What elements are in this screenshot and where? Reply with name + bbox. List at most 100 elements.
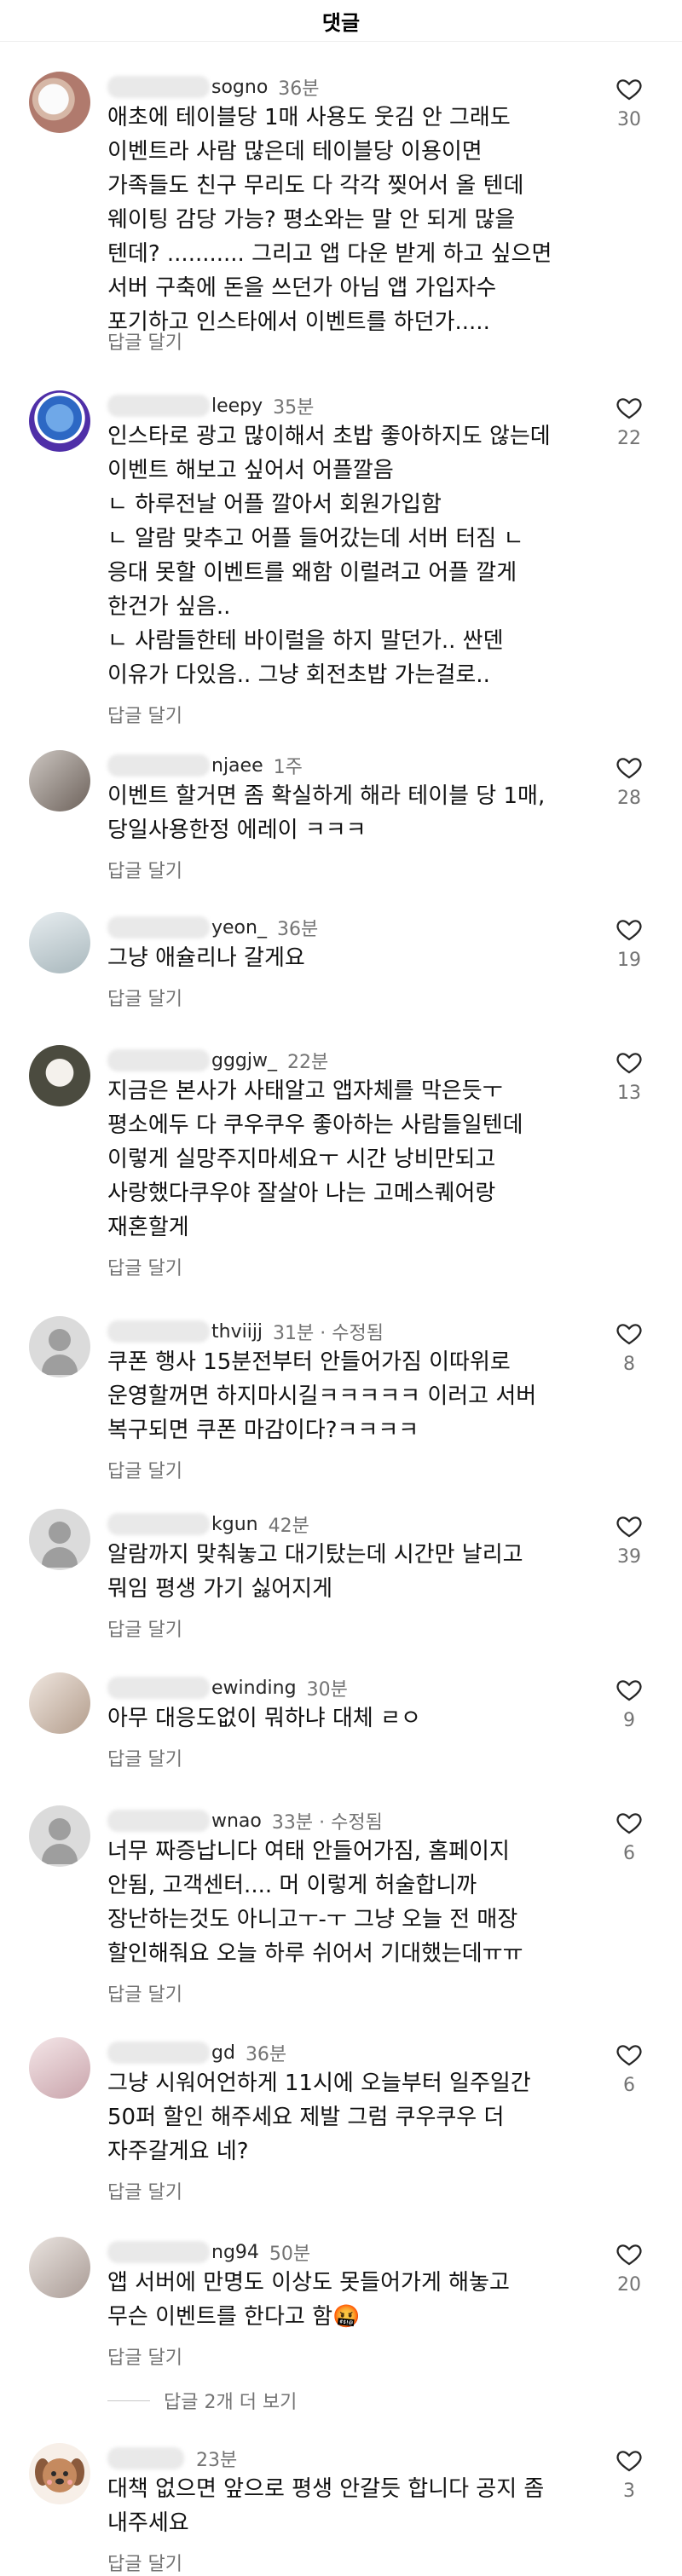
blurred-username: [107, 2042, 210, 2064]
comment-text: 너무 짜증납니다 여태 안들어가짐, 홈페이지 안됨, 고객센터.... 머 이…: [107, 1839, 523, 1967]
comment-username[interactable]: thviijj: [211, 1321, 263, 1343]
avatar[interactable]: [29, 2237, 90, 2298]
reply-button[interactable]: 답글 달기: [107, 1744, 182, 1771]
comment-meta: ng94 50분: [107, 2238, 310, 2266]
like-button[interactable]: 13: [610, 1048, 648, 1104]
avatar[interactable]: [29, 2037, 90, 2099]
header-title: 댓글: [0, 0, 682, 42]
divider-line: [107, 2400, 150, 2401]
avatar[interactable]: [29, 2443, 90, 2504]
comment-username[interactable]: ewinding: [211, 1678, 297, 1699]
heart-icon[interactable]: [616, 754, 643, 781]
comment-time: 33분 · 수정됨: [271, 1812, 383, 1834]
comment-text: 앱 서버에 만명도 이상도 못들어가게 해놓고 무슨 이벤트를 한다고 함🤬: [107, 2270, 510, 2330]
reply-button[interactable]: 답글 달기: [107, 1614, 182, 1642]
avatar[interactable]: [29, 1509, 90, 1570]
avatar[interactable]: [29, 1316, 90, 1378]
blurred-username: [107, 1049, 210, 1071]
heart-icon[interactable]: [616, 1320, 643, 1347]
like-count: 3: [623, 2481, 635, 2502]
avatar[interactable]: [29, 912, 90, 973]
avatar[interactable]: [29, 750, 90, 811]
like-button[interactable]: 28: [610, 754, 648, 809]
comment-username[interactable]: gggjw_: [211, 1050, 277, 1071]
blurred-username: [107, 2241, 210, 2263]
comment-username[interactable]: leepy: [211, 396, 263, 417]
comment-meta: wnao 33분 · 수정됨: [107, 1807, 383, 1834]
comment-username[interactable]: wnao: [211, 1811, 262, 1832]
comment-time: 30분: [306, 1679, 348, 1701]
like-button[interactable]: 3: [610, 2446, 648, 2502]
comment-time: 31분 · 수정됨: [273, 1323, 384, 1344]
reply-button[interactable]: 답글 달기: [107, 856, 182, 883]
avatar[interactable]: [29, 72, 90, 133]
like-button[interactable]: 9: [610, 1676, 648, 1731]
like-count: 28: [617, 788, 641, 809]
comment-meta: gd 36분: [107, 2039, 286, 2066]
comment-time: 42분: [268, 1516, 309, 1537]
reply-button[interactable]: 답글 달기: [107, 2549, 182, 2576]
like-count: 19: [617, 950, 641, 971]
avatar[interactable]: [29, 1805, 90, 1867]
like-button[interactable]: 30: [610, 75, 648, 130]
comment-text: 아무 대응도없이 뭐하냐 대체 ㄹㅇ: [107, 1706, 421, 1731]
comment-username[interactable]: njaee: [211, 755, 263, 777]
like-button[interactable]: 8: [610, 1320, 648, 1375]
comment-meta: kgun 42분: [107, 1510, 309, 1538]
heart-icon[interactable]: [616, 1048, 643, 1076]
heart-icon[interactable]: [616, 75, 643, 102]
comment-text: 지금은 본사가 사태알고 앱자체를 막은듯ㅜ 평소에두 다 쿠우쿠우 좋아하는 …: [107, 1078, 523, 1240]
avatar[interactable]: [29, 1672, 90, 1734]
like-button[interactable]: 22: [610, 394, 648, 449]
like-count: 9: [623, 1710, 635, 1731]
like-count: 20: [617, 2274, 641, 2296]
heart-icon[interactable]: [616, 915, 643, 943]
comment-meta: gggjw_ 22분: [107, 1047, 328, 1074]
heart-icon[interactable]: [616, 1512, 643, 1539]
reply-button[interactable]: 답글 달기: [107, 1253, 182, 1280]
reply-button[interactable]: 답글 달기: [107, 1456, 182, 1483]
like-count: 6: [623, 2075, 635, 2096]
view-more-replies-button[interactable]: 답글 2개 더 보기: [107, 2387, 297, 2414]
heart-icon[interactable]: [616, 1676, 643, 1703]
like-count: 39: [617, 1546, 641, 1568]
comment-text: 그냥 애슐리나 갈게요: [107, 945, 305, 971]
heart-icon[interactable]: [616, 2446, 643, 2474]
heart-icon[interactable]: [616, 394, 643, 421]
reply-button[interactable]: 답글 달기: [107, 327, 182, 355]
heart-icon[interactable]: [616, 2041, 643, 2068]
comment-text: 알람까지 맞춰놓고 대기탔는데 시간만 날리고 뭐임 평생 가기 싫어지게: [107, 1542, 523, 1602]
comment-time: 35분: [273, 397, 315, 419]
comment-username[interactable]: ng94: [211, 2242, 259, 2263]
comment-meta: ewinding 30분: [107, 1674, 348, 1701]
comment-username[interactable]: yeon_: [211, 917, 267, 939]
reply-button[interactable]: 답글 달기: [107, 2177, 182, 2204]
blurred-username: [107, 76, 210, 98]
comment-username[interactable]: kgun: [211, 1514, 258, 1535]
comment-text: 그냥 시워어언하게 11시에 오늘부터 일주일간 50퍼 할인 해주세요 제발 …: [107, 2071, 531, 2164]
comment-meta: thviijj 31분 · 수정됨: [107, 1318, 384, 1345]
comment-text: 애초에 테이블당 1매 사용도 웃김 안 그래도 이벤트라 사람 많은데 테이블…: [107, 105, 552, 335]
reply-button[interactable]: 답글 달기: [107, 701, 182, 728]
comment-meta: leepy 35분: [107, 392, 314, 419]
like-button[interactable]: 39: [610, 1512, 648, 1568]
reply-button[interactable]: 답글 달기: [107, 984, 182, 1011]
heart-icon[interactable]: [616, 1809, 643, 1836]
reply-button[interactable]: 답글 달기: [107, 2342, 182, 2370]
comment-time: 50분: [269, 2244, 311, 2265]
like-button[interactable]: 6: [610, 1809, 648, 1864]
comment-username[interactable]: gd: [211, 2042, 235, 2064]
comment-meta: njaee 1주: [107, 752, 303, 779]
like-button[interactable]: 19: [610, 915, 648, 971]
like-button[interactable]: 6: [610, 2041, 648, 2096]
avatar[interactable]: [29, 390, 90, 452]
puppy-avatar-icon: [35, 2458, 84, 2492]
avatar[interactable]: [29, 1045, 90, 1106]
reply-button[interactable]: 답글 달기: [107, 1979, 182, 2007]
comment-text: 이벤트 할거면 좀 확실하게 해라 테이블 당 1매, 당일사용한정 에레이 ㅋ…: [107, 783, 546, 843]
comment-username[interactable]: sogno: [211, 77, 268, 98]
comment-time: 36분: [245, 2044, 287, 2065]
comment-meta: yeon_ 36분: [107, 914, 318, 941]
heart-icon[interactable]: [616, 2240, 643, 2267]
like-button[interactable]: 20: [610, 2240, 648, 2296]
